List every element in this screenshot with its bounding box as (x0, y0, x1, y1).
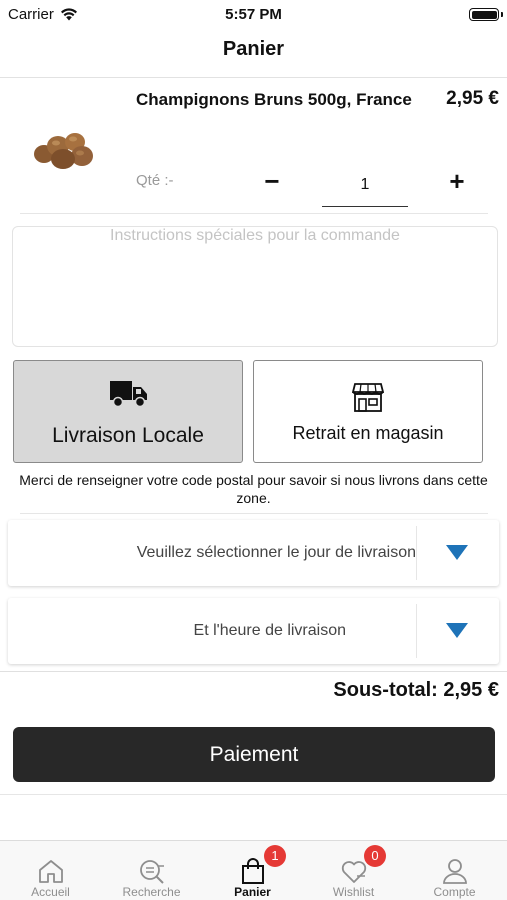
decrease-quantity-button[interactable]: − (262, 166, 282, 196)
wishlist-badge: 0 (364, 845, 386, 867)
local-delivery-button[interactable]: Livraison Locale (13, 360, 243, 463)
select-separator (416, 604, 417, 658)
increase-quantity-button[interactable]: + (445, 166, 469, 196)
tab-label: Wishlist (332, 885, 375, 899)
tab-panier[interactable]: 1 Panier (202, 841, 303, 900)
battery-tip (501, 12, 503, 17)
product-name: Champignons Bruns 500g, France (136, 90, 412, 109)
subtotal-text: Sous-total: 2,95 € (333, 679, 499, 701)
note-divider (20, 513, 488, 514)
delivery-day-select[interactable]: Veuillez sélectionner le jour de livrais… (8, 520, 499, 586)
tab-wishlist[interactable]: 0 Wishlist (303, 841, 404, 900)
search-icon (140, 860, 164, 884)
truck-icon (110, 381, 147, 408)
select-separator (416, 526, 417, 580)
cart-badge: 1 (264, 845, 286, 867)
battery-icon (469, 8, 499, 21)
quantity-underline (322, 206, 408, 207)
status-time: 5:57 PM (225, 6, 282, 23)
tab-recherche[interactable]: Recherche (101, 841, 202, 900)
dropdown-arrow-icon[interactable] (446, 623, 468, 638)
heart-icon (341, 861, 367, 883)
store-icon (352, 383, 384, 412)
bag-icon (242, 858, 264, 884)
payment-button[interactable]: Paiement (13, 727, 495, 782)
tab-compte[interactable]: Compte (404, 841, 505, 900)
item-divider (20, 213, 488, 214)
special-instructions-field[interactable] (12, 226, 498, 347)
product-image[interactable] (30, 124, 100, 172)
postal-code-note: Merci de renseigner votre code postal po… (19, 472, 488, 506)
store-pickup-label: Retrait en magasin (292, 423, 444, 443)
quantity-label: Qté :- (136, 172, 174, 189)
page-title: Panier (222, 38, 285, 60)
delivery-hour-select[interactable]: Et l'heure de livraison (8, 598, 499, 664)
delivery-day-placeholder: Veuillez sélectionner le jour de livrais… (136, 544, 416, 561)
tab-bar: Accueil Recherche 1 Panier 0 Wishlist Co… (0, 840, 507, 900)
status-bar: Carrier 5:57 PM (0, 0, 507, 28)
product-price: 2,95 € (446, 88, 499, 109)
dropdown-arrow-icon[interactable] (446, 545, 468, 560)
tab-label: Compte (433, 885, 476, 899)
payment-divider (0, 794, 507, 795)
tab-accueil[interactable]: Accueil (0, 841, 101, 900)
local-delivery-label: Livraison Locale (52, 424, 204, 447)
store-pickup-button[interactable]: Retrait en magasin (253, 360, 483, 463)
tab-label: Panier (234, 885, 271, 899)
tab-label: Accueil (31, 885, 70, 899)
tab-label: Recherche (122, 885, 181, 899)
quantity-input[interactable]: 1 (322, 176, 408, 194)
home-icon (39, 860, 63, 883)
delivery-hour-placeholder: Et l'heure de livraison (193, 622, 346, 639)
user-icon (443, 859, 467, 884)
summary-divider (0, 671, 507, 672)
header-divider (0, 77, 507, 78)
